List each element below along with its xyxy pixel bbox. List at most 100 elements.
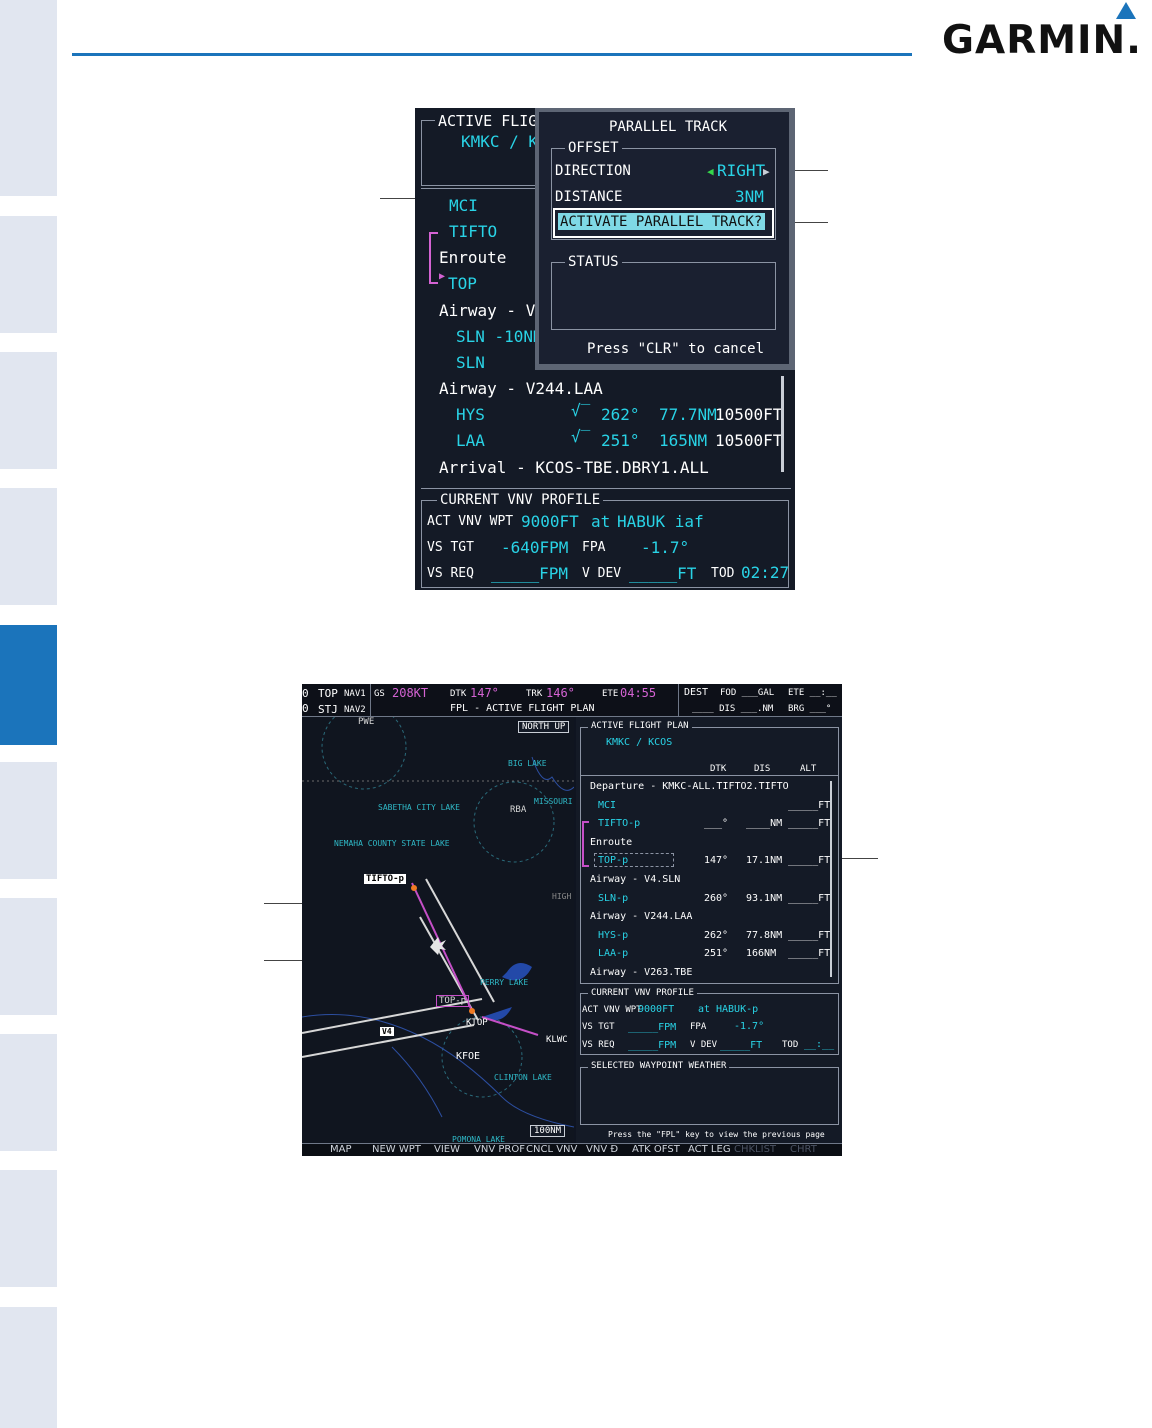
offset-label: OFFSET — [565, 140, 622, 156]
side-tab-7 — [0, 898, 57, 1015]
right-arrow-icon[interactable]: ▶ — [763, 165, 770, 178]
wpt-laa[interactable]: LAA — [456, 431, 485, 450]
softkey-chklist[interactable]: CHKLIST — [734, 1144, 776, 1155]
ete-label: ETE — [602, 689, 619, 699]
act-vnv-label: ACT VNV WPT — [427, 514, 514, 529]
nav1-wpt: TOP — [318, 687, 338, 700]
distance-label: DISTANCE — [555, 189, 623, 205]
fod-value: FOD ___GAL — [720, 688, 775, 698]
weather-box — [580, 1067, 839, 1125]
fpl-route: KMKC / KCOS — [606, 737, 673, 748]
wpt-hys[interactable]: HYS — [456, 405, 485, 424]
header-rule — [72, 53, 912, 56]
side-tab-6 — [0, 762, 57, 879]
vdev-value: _____FT — [720, 1040, 763, 1051]
hys-dis: 77.7NM — [659, 405, 717, 424]
ete-value: 04:55 — [620, 686, 657, 700]
gs-label: GS — [374, 689, 385, 699]
fpa-value: -1.7° — [641, 538, 690, 557]
softkey-new-wpt[interactable]: NEW WPT — [372, 1144, 421, 1155]
map-label: KTOP — [466, 1018, 488, 1028]
fpl-row-name[interactable]: HYS-p — [598, 930, 628, 941]
status-label: STATUS — [565, 254, 622, 270]
fpl-row-name[interactable]: MCI — [598, 800, 616, 811]
nav2-wpt: STJ — [318, 703, 338, 716]
fpl-scrollbar[interactable] — [830, 781, 832, 977]
fpl-row-dtk: ___° — [704, 818, 729, 830]
fpl-row-alt: _____FT — [788, 799, 831, 811]
vs-req-value: _____FPM — [628, 1040, 677, 1051]
direction-value[interactable]: RIGHT — [717, 161, 765, 180]
tod-label: TOD — [782, 1040, 799, 1050]
ete-dest: ETE __:__ — [788, 688, 837, 698]
map-label: NEMAHA COUNTY STATE LAKE — [334, 839, 450, 848]
fpl-row-dis: ____NM — [746, 818, 783, 830]
distance-value[interactable]: 3NM — [735, 187, 764, 206]
wpt-mci[interactable]: MCI — [449, 196, 478, 215]
map-label: KFOE — [456, 1051, 481, 1062]
softkey-vnv-prof[interactable]: VNV PROF — [474, 1144, 525, 1155]
fpl-row-name[interactable]: Airway - V4.SLN — [590, 874, 680, 885]
map-range[interactable]: 100NM — [530, 1125, 566, 1137]
softkey-map[interactable]: MAP — [330, 1144, 352, 1155]
fpl-row-dtk: 147° — [704, 855, 729, 867]
map-label: CLINTON LAKE — [494, 1073, 552, 1082]
fpl-title: ACTIVE FLIGHT PLAN — [588, 721, 692, 731]
dtk-label: DTK — [450, 689, 467, 699]
wpt-tifto[interactable]: TIFTO — [449, 222, 497, 241]
garmin-logo-triangle — [1116, 2, 1136, 19]
vs-tgt-label: VS TGT — [582, 1022, 615, 1032]
nav1-label: NAV1 — [344, 689, 366, 699]
left-arrow-icon[interactable]: ◀ — [707, 165, 714, 178]
softkey-act-leg[interactable]: ACT LEG — [688, 1144, 731, 1155]
fpl-row-name[interactable]: LAA-p — [598, 948, 628, 959]
dtk-value: 147° — [470, 686, 499, 700]
tod-value: 02:27 — [741, 563, 790, 582]
fpa-label: FPA — [582, 540, 606, 555]
fpl-row-name[interactable]: Enroute — [590, 837, 632, 848]
fpl-row-alt: _____FT — [788, 818, 831, 830]
softkey-cncl-vnv[interactable]: CNCL VNV — [526, 1144, 577, 1155]
fpl-row-name[interactable]: Airway - V244.LAA — [590, 911, 692, 922]
softkey-chrt[interactable]: CHRT — [790, 1144, 817, 1155]
map-pane[interactable]: PWE BIG LAKE SABETHA CITY LAKE RBA MISSO… — [302, 717, 574, 1143]
activate-button-frame[interactable]: ACTIVATE PARALLEL TRACK? — [553, 208, 774, 238]
map-orientation[interactable]: NORTH UP — [518, 721, 570, 733]
wpt-top[interactable]: TOP — [448, 274, 477, 293]
vs-tgt-value: _____FPM — [628, 1022, 677, 1033]
map-label-top[interactable]: TOP-p — [436, 995, 470, 1007]
softkey-vnv-direct[interactable]: VNV Đ — [586, 1144, 618, 1155]
arrival-row[interactable]: Arrival - KCOS-TBE.DBRY1.ALL — [439, 458, 709, 477]
cancel-hint: Press "CLR" to cancel — [587, 341, 765, 357]
side-tab-3 — [0, 352, 57, 469]
vs-req-value: _____FPM — [491, 564, 569, 583]
scrollbar[interactable] — [781, 376, 784, 472]
fpl-row-dis: 77.8NM — [746, 929, 783, 941]
act-vnv-at: at — [591, 512, 611, 531]
wpt-sln-10[interactable]: SLN -10NM — [456, 327, 543, 346]
softkey-atk-ofst[interactable]: ATK OFST — [632, 1144, 680, 1155]
map-label: BIG LAKE — [508, 759, 547, 768]
map-label-tifto[interactable]: TIFTO-p — [364, 874, 406, 884]
fpl-row-name[interactable]: TIFTO-p — [598, 818, 640, 829]
laa-alt: 10500FT — [715, 431, 783, 450]
side-tab-10 — [0, 1307, 57, 1428]
fpl-row-name[interactable]: SLN-p — [598, 893, 628, 904]
enroute-label: Enroute — [439, 248, 507, 267]
col-alt: ALT — [800, 764, 817, 774]
airway-v244[interactable]: Airway - V244.LAA — [439, 379, 603, 398]
map-label: PWE — [358, 717, 375, 727]
vdev-label: V DEV — [582, 566, 622, 581]
activate-parallel-track-button[interactable]: ACTIVATE PARALLEL TRACK? — [560, 214, 762, 230]
wpt-sln[interactable]: SLN — [456, 353, 485, 372]
laa-dtk: 251° — [601, 431, 640, 450]
fpl-row-dis: 166NM — [746, 948, 777, 960]
side-tab-4 — [0, 488, 57, 605]
fpl-row-name[interactable]: Departure - KMKC-ALL.TIFTO2.TIFTO — [590, 781, 789, 792]
fpl-row-name[interactable]: Airway - V263.TBE — [590, 967, 692, 978]
softkey-view[interactable]: VIEW — [434, 1144, 460, 1155]
status-box — [551, 262, 776, 330]
dis-value: ____ DIS ___.NM — [692, 704, 774, 714]
vnv-title: CURRENT VNV PROFILE — [437, 492, 604, 508]
fpl-row-name[interactable]: TOP-p — [598, 855, 628, 866]
